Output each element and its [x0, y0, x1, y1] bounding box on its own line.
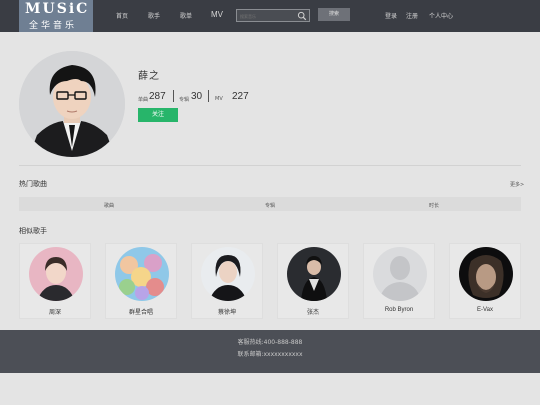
section-title-songs: 热门歌曲 [19, 180, 47, 188]
artist-card-avatar [459, 247, 513, 301]
search-input[interactable] [240, 11, 296, 21]
artist-card[interactable]: E-Vax [449, 243, 521, 319]
stat-value-albums: 30 [191, 91, 203, 102]
stat-label-songs: 单曲 [138, 97, 149, 103]
artist-card-avatar [287, 247, 341, 301]
artist-card[interactable]: 张杰 [277, 243, 349, 319]
nav-artists[interactable]: 歌手 [148, 11, 160, 20]
stat-value-mv: 227 [232, 91, 249, 102]
search-button[interactable]: 搜索 [318, 8, 350, 21]
page-footer: 客服热线:400-888-888 联系邮箱:xxxxxxxxxxx [0, 330, 540, 373]
artist-card-name: Rob Byron [384, 307, 414, 313]
artist-card-name: 蔡徐坤 [217, 310, 236, 316]
nav-home[interactable]: 首页 [116, 11, 128, 20]
artist-card[interactable]: 周深 [19, 243, 91, 319]
register-link[interactable]: 注册 [406, 11, 418, 20]
top-navbar: MUSiC 全华音乐 首页 歌手 歌单 MV 搜索 登录 注册 个人中心 [0, 0, 540, 32]
artist-card[interactable]: 蔡徐坤 [191, 243, 263, 319]
column-header-album[interactable]: 专辑 [265, 202, 275, 209]
follow-button[interactable]: 关注 [138, 108, 178, 122]
stat-value-songs: 287 [149, 91, 166, 102]
column-header-song[interactable]: 歌曲 [104, 202, 114, 209]
divider [19, 165, 521, 166]
artist-card-avatar [29, 247, 83, 301]
logo-text: MUSiC [25, 1, 90, 17]
column-header-duration[interactable]: 时长 [429, 202, 439, 209]
song-table-header: 歌曲 专辑 时长 [19, 197, 521, 211]
artist-card-name: 周深 [48, 310, 61, 316]
footer-hotline: 客服热线:400-888-888 [237, 339, 303, 346]
nav-mv[interactable]: MV [211, 10, 223, 19]
artist-card-name: 张杰 [306, 310, 319, 316]
artist-card-name: 群星合唱 [128, 310, 153, 316]
profile-link[interactable]: 个人中心 [429, 11, 453, 20]
stat-label-albums: 专辑 [179, 97, 190, 103]
artist-card-avatar [201, 247, 255, 301]
artist-avatar [19, 51, 125, 157]
artist-card[interactable]: 群星合唱 [105, 243, 177, 319]
artist-card-avatar [373, 247, 427, 301]
artist-card[interactable]: Rob Byron [363, 243, 435, 319]
site-logo[interactable]: MUSiC 全华音乐 [19, 0, 93, 32]
artist-name: 薛之 [138, 71, 160, 82]
more-songs-link[interactable]: 更多> [510, 181, 524, 188]
login-link[interactable]: 登录 [385, 11, 397, 20]
search-box [236, 9, 310, 22]
nav-playlists[interactable]: 歌单 [180, 11, 192, 20]
footer-email: 联系邮箱:xxxxxxxxxxx [237, 351, 303, 358]
artist-card-name: E-Vax [477, 307, 493, 313]
stat-divider [173, 90, 174, 102]
section-title-similar: 相似歌手 [19, 227, 47, 235]
artist-card-avatar [115, 247, 169, 301]
stat-divider [208, 90, 209, 102]
logo-subtitle: 全华音乐 [29, 21, 78, 31]
search-icon[interactable] [297, 11, 307, 21]
stat-label-mv: MV [215, 96, 223, 102]
